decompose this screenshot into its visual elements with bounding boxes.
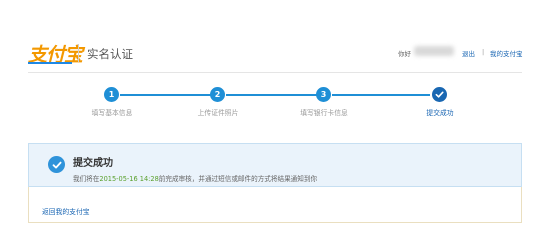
success-check-icon — [48, 156, 65, 173]
step-3-label: 填写银行卡信息 — [300, 109, 348, 117]
step-4-label: 提交成功 — [426, 109, 454, 117]
my-alipay-link[interactable]: 我的支付宝 — [490, 48, 523, 58]
step-1-label: 填写基本信息 — [91, 109, 133, 117]
checkmark-icon — [435, 91, 444, 98]
greeting-text: 你好 — [398, 50, 411, 58]
header-separator — [78, 44, 79, 62]
nav-divider: | — [482, 48, 485, 56]
step-2-label: 上传证件照片 — [197, 109, 239, 117]
review-deadline: 2015-05-16 14:28 — [99, 175, 159, 183]
header-divider-line — [28, 72, 522, 73]
step-1-circle: 1 — [104, 87, 119, 102]
desc-before: 我们将在 — [73, 175, 100, 183]
desc-after: 前完成审核，并通过短信或邮件的方式将结果通知到你 — [158, 175, 318, 183]
step-connector-2 — [226, 94, 322, 96]
success-title: 提交成功 — [73, 158, 113, 169]
actions-box — [28, 187, 522, 223]
username-blurred — [414, 46, 454, 56]
step-connector-1 — [120, 94, 216, 96]
step-3-circle: 3 — [316, 87, 331, 102]
back-to-alipay-link[interactable]: 返回我的支付宝 — [42, 206, 90, 216]
success-panel: 提交成功 我们将在2015-05-16 14:28前完成审核，并通过短信或邮件的… — [28, 143, 522, 187]
step-2-circle: 2 — [210, 87, 225, 102]
page-title: 实名认证 — [87, 47, 133, 61]
success-description: 我们将在2015-05-16 14:28前完成审核，并通过短信或邮件的方式将结果… — [73, 173, 317, 183]
logout-link[interactable]: 退出 — [462, 48, 475, 58]
step-connector-3 — [332, 94, 430, 96]
step-4-circle — [432, 87, 447, 102]
logo-underline — [28, 62, 72, 64]
